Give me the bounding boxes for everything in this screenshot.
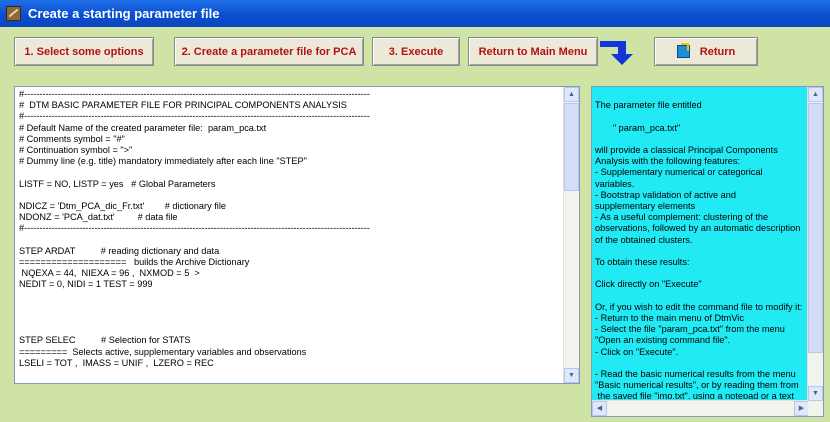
- scroll-thumb[interactable]: [564, 103, 579, 191]
- title-bar: Create a starting parameter file: [0, 0, 830, 27]
- window-title: Create a starting parameter file: [28, 6, 220, 21]
- scroll-up-button[interactable]: ▲: [808, 87, 823, 102]
- right-horizontal-scrollbar[interactable]: ◀ ▶: [592, 400, 809, 416]
- return-button[interactable]: Return: [654, 37, 758, 66]
- return-icon: [676, 43, 690, 58]
- left-vertical-scrollbar[interactable]: ▲ ▼: [563, 87, 579, 383]
- scroll-corner: [808, 401, 823, 416]
- right-vertical-scrollbar[interactable]: ▲ ▼: [807, 87, 823, 401]
- scroll-thumb[interactable]: [808, 103, 823, 353]
- parameter-file-content: #---------------------------------------…: [19, 89, 370, 381]
- main-menu-button[interactable]: Return to Main Menu: [468, 37, 598, 66]
- description-textarea[interactable]: The parameter file entitled " param_pca.…: [591, 86, 824, 417]
- description-content: The parameter file entitled " param_pca.…: [595, 100, 803, 399]
- return-label: Return: [699, 45, 736, 58]
- parameter-file-textarea[interactable]: #---------------------------------------…: [14, 86, 580, 384]
- execute-button[interactable]: 3. Execute: [372, 37, 460, 66]
- scroll-down-button[interactable]: ▼: [564, 368, 579, 383]
- blue-down-right-arrow-icon: [600, 41, 633, 65]
- scroll-down-button[interactable]: ▼: [808, 386, 823, 401]
- scroll-right-button[interactable]: ▶: [794, 401, 809, 416]
- create-pca-file-button[interactable]: 2. Create a parameter file for PCA: [174, 37, 364, 66]
- select-options-button[interactable]: 1. Select some options: [14, 37, 154, 66]
- main-window: Create a starting parameter file 1. Sele…: [0, 0, 830, 422]
- app-icon: [6, 6, 21, 21]
- scroll-up-button[interactable]: ▲: [564, 87, 579, 102]
- scroll-left-button[interactable]: ◀: [592, 401, 607, 416]
